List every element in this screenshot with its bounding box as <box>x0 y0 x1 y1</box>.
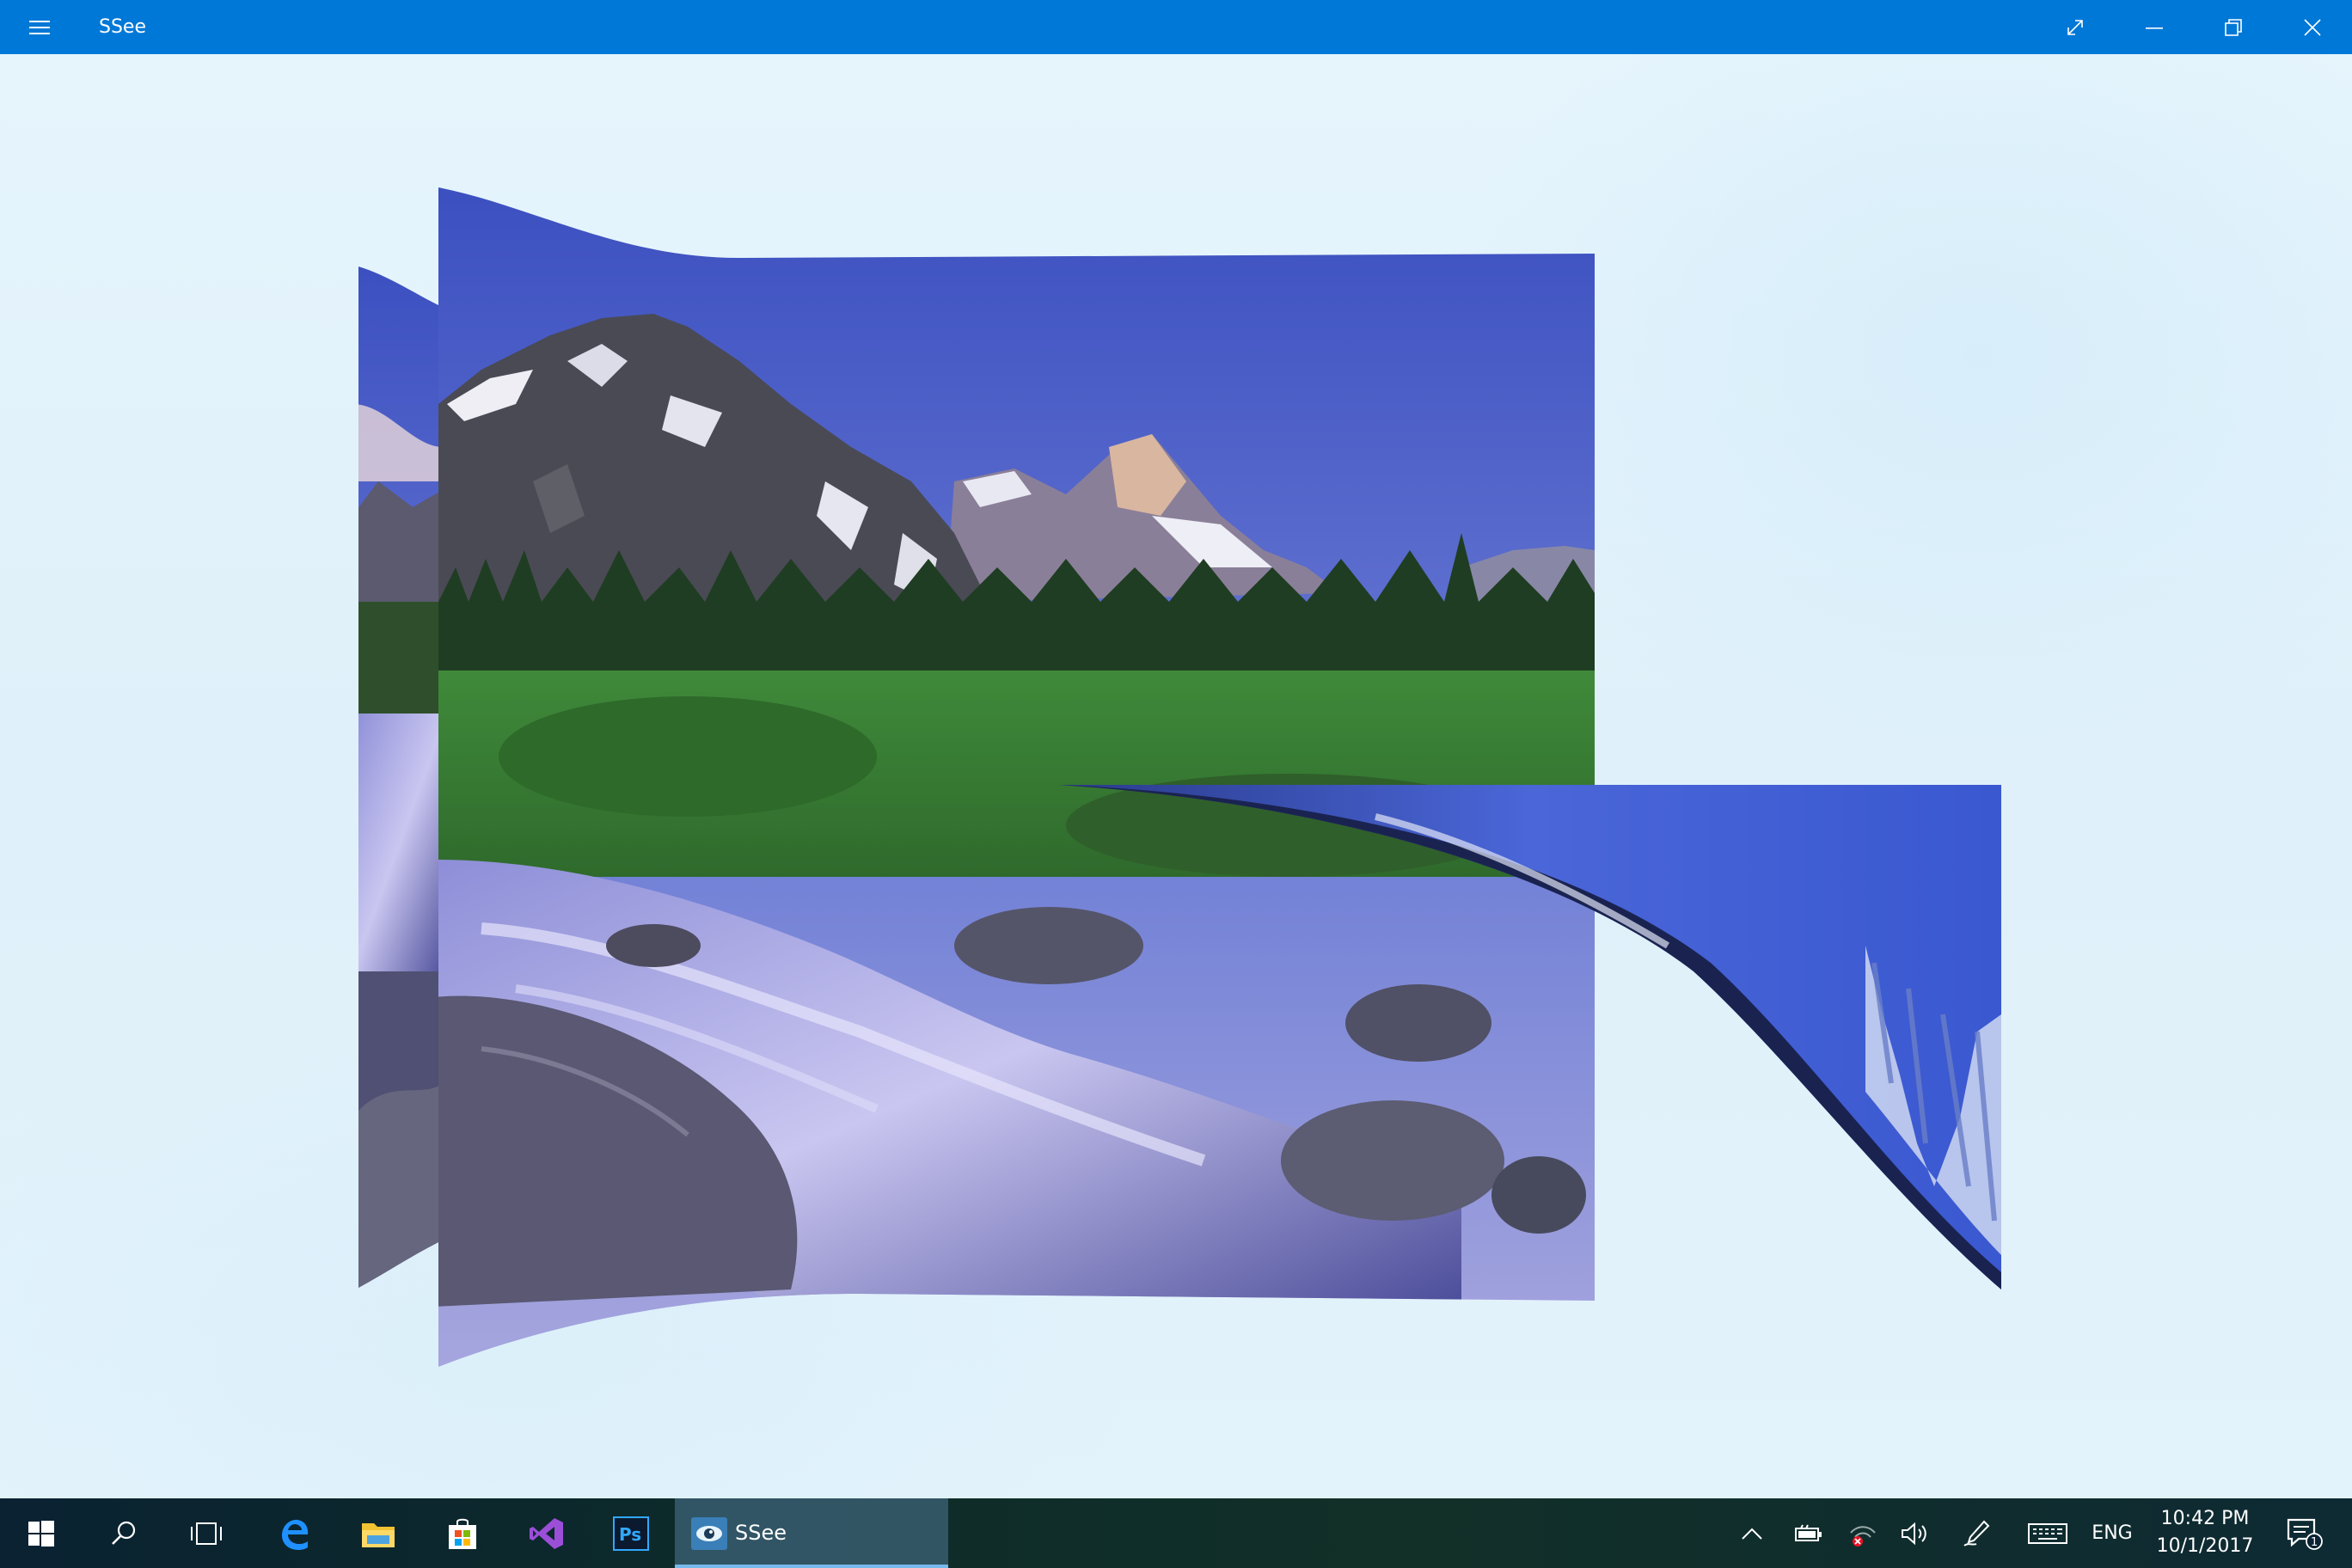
chevron-up-icon <box>1742 1528 1762 1540</box>
folder-icon <box>362 1522 395 1547</box>
minimize-button[interactable] <box>2115 0 2194 54</box>
restore-button[interactable] <box>2194 0 2273 54</box>
task-view-icon <box>191 1522 222 1545</box>
svg-text:Ps: Ps <box>619 1524 641 1545</box>
photo-transition <box>358 187 2001 1367</box>
keyboard-icon <box>2028 1522 2067 1544</box>
photoshop-icon: Ps <box>613 1516 649 1551</box>
pen-icon <box>1963 1520 1990 1547</box>
taskbar: Ps SSee ENG 10:42 PM 10/1/2017 1 <box>0 1498 2352 1568</box>
battery-icon <box>1795 1524 1822 1541</box>
clock-date: 10/1/2017 <box>2156 1535 2254 1557</box>
network-button[interactable] <box>1843 1498 1883 1568</box>
search-button[interactable] <box>83 1498 165 1568</box>
photoshop-button[interactable]: Ps <box>590 1498 672 1568</box>
language-indicator[interactable]: ENG <box>2086 1498 2139 1568</box>
volume-icon <box>1902 1522 1926 1545</box>
active-app-label: SSee <box>735 1521 787 1545</box>
volume-button[interactable] <box>1895 1498 1934 1568</box>
visual-studio-button[interactable] <box>505 1498 588 1568</box>
touch-keyboard-button[interactable] <box>2024 1498 2072 1568</box>
windows-logo-icon <box>28 1520 54 1547</box>
wifi-disconnected-icon <box>1850 1525 1876 1547</box>
edge-icon <box>282 1519 309 1550</box>
notification-icon: 1 <box>2287 1518 2323 1550</box>
windows-ink-button[interactable] <box>1957 1498 1996 1568</box>
restore-icon <box>2225 18 2242 36</box>
start-button[interactable] <box>0 1498 83 1568</box>
file-explorer-button[interactable] <box>337 1498 420 1568</box>
visual-studio-icon <box>530 1517 563 1549</box>
search-icon <box>112 1521 136 1545</box>
action-center-button[interactable]: 1 <box>2278 1498 2330 1568</box>
clock-time: 10:42 PM <box>2160 1508 2250 1529</box>
ssee-app-icon <box>679 1498 739 1568</box>
ssee-eye-icon <box>691 1516 727 1550</box>
fullscreen-button[interactable] <box>2036 0 2115 54</box>
notification-count: 1 <box>2311 1536 2318 1549</box>
edge-button[interactable] <box>253 1498 335 1568</box>
battery-button[interactable] <box>1788 1498 1828 1568</box>
main-photo-panel <box>438 187 1595 1367</box>
hamburger-menu-icon[interactable] <box>15 7 64 48</box>
task-view-button[interactable] <box>165 1498 248 1568</box>
close-button[interactable] <box>2273 0 2352 54</box>
photo-viewer-canvas[interactable] <box>0 54 2352 1498</box>
store-button[interactable] <box>421 1498 504 1568</box>
title-bar: SSee <box>0 0 2352 54</box>
back-photo-panel <box>358 266 438 1288</box>
clock[interactable]: 10:42 PM 10/1/2017 <box>2141 1505 2269 1562</box>
minimize-icon <box>2146 27 2163 29</box>
window-title: SSee <box>99 16 146 38</box>
show-hidden-icons-button[interactable] <box>1735 1498 1769 1568</box>
store-bag-icon <box>449 1518 476 1549</box>
close-icon <box>2304 18 2321 36</box>
expand-icon <box>2067 19 2083 35</box>
